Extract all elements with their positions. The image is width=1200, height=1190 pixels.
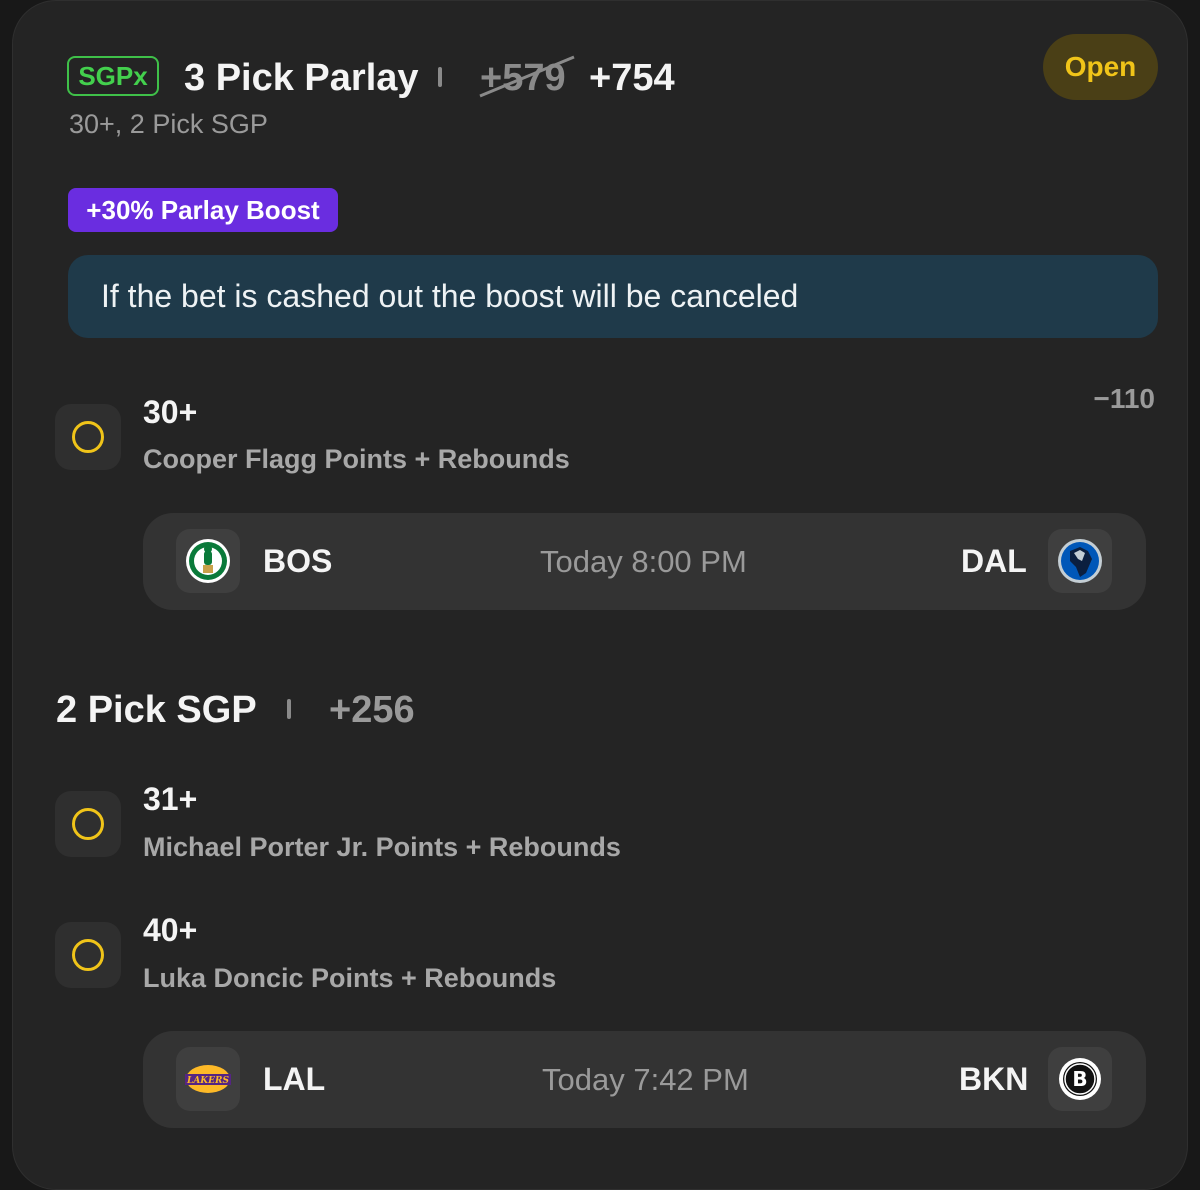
original-odds: +579 [479, 55, 575, 100]
away-team-abbr: DAL [961, 543, 1027, 579]
pick-market: Luka Doncic Points + Rebounds [143, 963, 557, 993]
away-team-abbr: BKN [959, 1061, 1029, 1097]
parlay-boost-badge: +30% Parlay Boost [68, 188, 338, 232]
lakers-logo-icon: LAKERS [176, 1047, 240, 1111]
boost-notice: If the bet is cashed out the boost will … [68, 255, 1158, 338]
sgp-section-title: 2 Pick SGP [56, 689, 257, 731]
sgp-odds: +256 [329, 689, 415, 731]
pick-line: 40+ [143, 912, 198, 948]
strikethrough-line [479, 55, 575, 98]
pending-circle-icon [72, 939, 104, 971]
pick-market: Michael Porter Jr. Points + Rebounds [143, 832, 621, 862]
sgp-divider [287, 699, 291, 719]
game-matchup-bar[interactable]: LAKERS LAL Today 7:42 PM BKN B [143, 1031, 1146, 1128]
game-matchup-bar[interactable]: BOS Today 8:00 PM DAL [143, 513, 1146, 610]
bet-title: 3 Pick Parlay [184, 57, 419, 99]
pick-line: 31+ [143, 781, 198, 817]
svg-text:LAKERS: LAKERS [186, 1076, 229, 1086]
home-team-abbr: LAL [263, 1061, 326, 1097]
svg-text:B: B [1072, 1067, 1087, 1091]
sgpx-badge: SGPx [67, 56, 159, 96]
pick-status-indicator [55, 791, 121, 857]
pick-odds: −110 [1093, 383, 1155, 414]
nets-logo-icon: B [1048, 1047, 1112, 1111]
bet-subtitle: 30+, 2 Pick SGP [69, 109, 268, 139]
boost-notice-text: If the bet is cashed out the boost will … [101, 278, 799, 314]
boosted-odds: +754 [589, 57, 675, 99]
status-badge: Open [1043, 34, 1158, 100]
pick-market: Cooper Flagg Points + Rebounds [143, 444, 570, 474]
pick-line: 30+ [143, 394, 198, 430]
game-time: Today 7:42 PM [542, 1062, 749, 1097]
bet-card: SGPx 3 Pick Parlay +579 +754 30+, 2 Pick… [12, 0, 1188, 1190]
pending-circle-icon [72, 421, 104, 453]
title-divider [438, 67, 442, 87]
pick-status-indicator [55, 922, 121, 988]
celtics-logo-icon [176, 529, 240, 593]
mavericks-logo-icon [1048, 529, 1112, 593]
pick-status-indicator [55, 404, 121, 470]
pending-circle-icon [72, 808, 104, 840]
game-time: Today 8:00 PM [540, 544, 747, 579]
home-team-abbr: BOS [263, 543, 333, 579]
